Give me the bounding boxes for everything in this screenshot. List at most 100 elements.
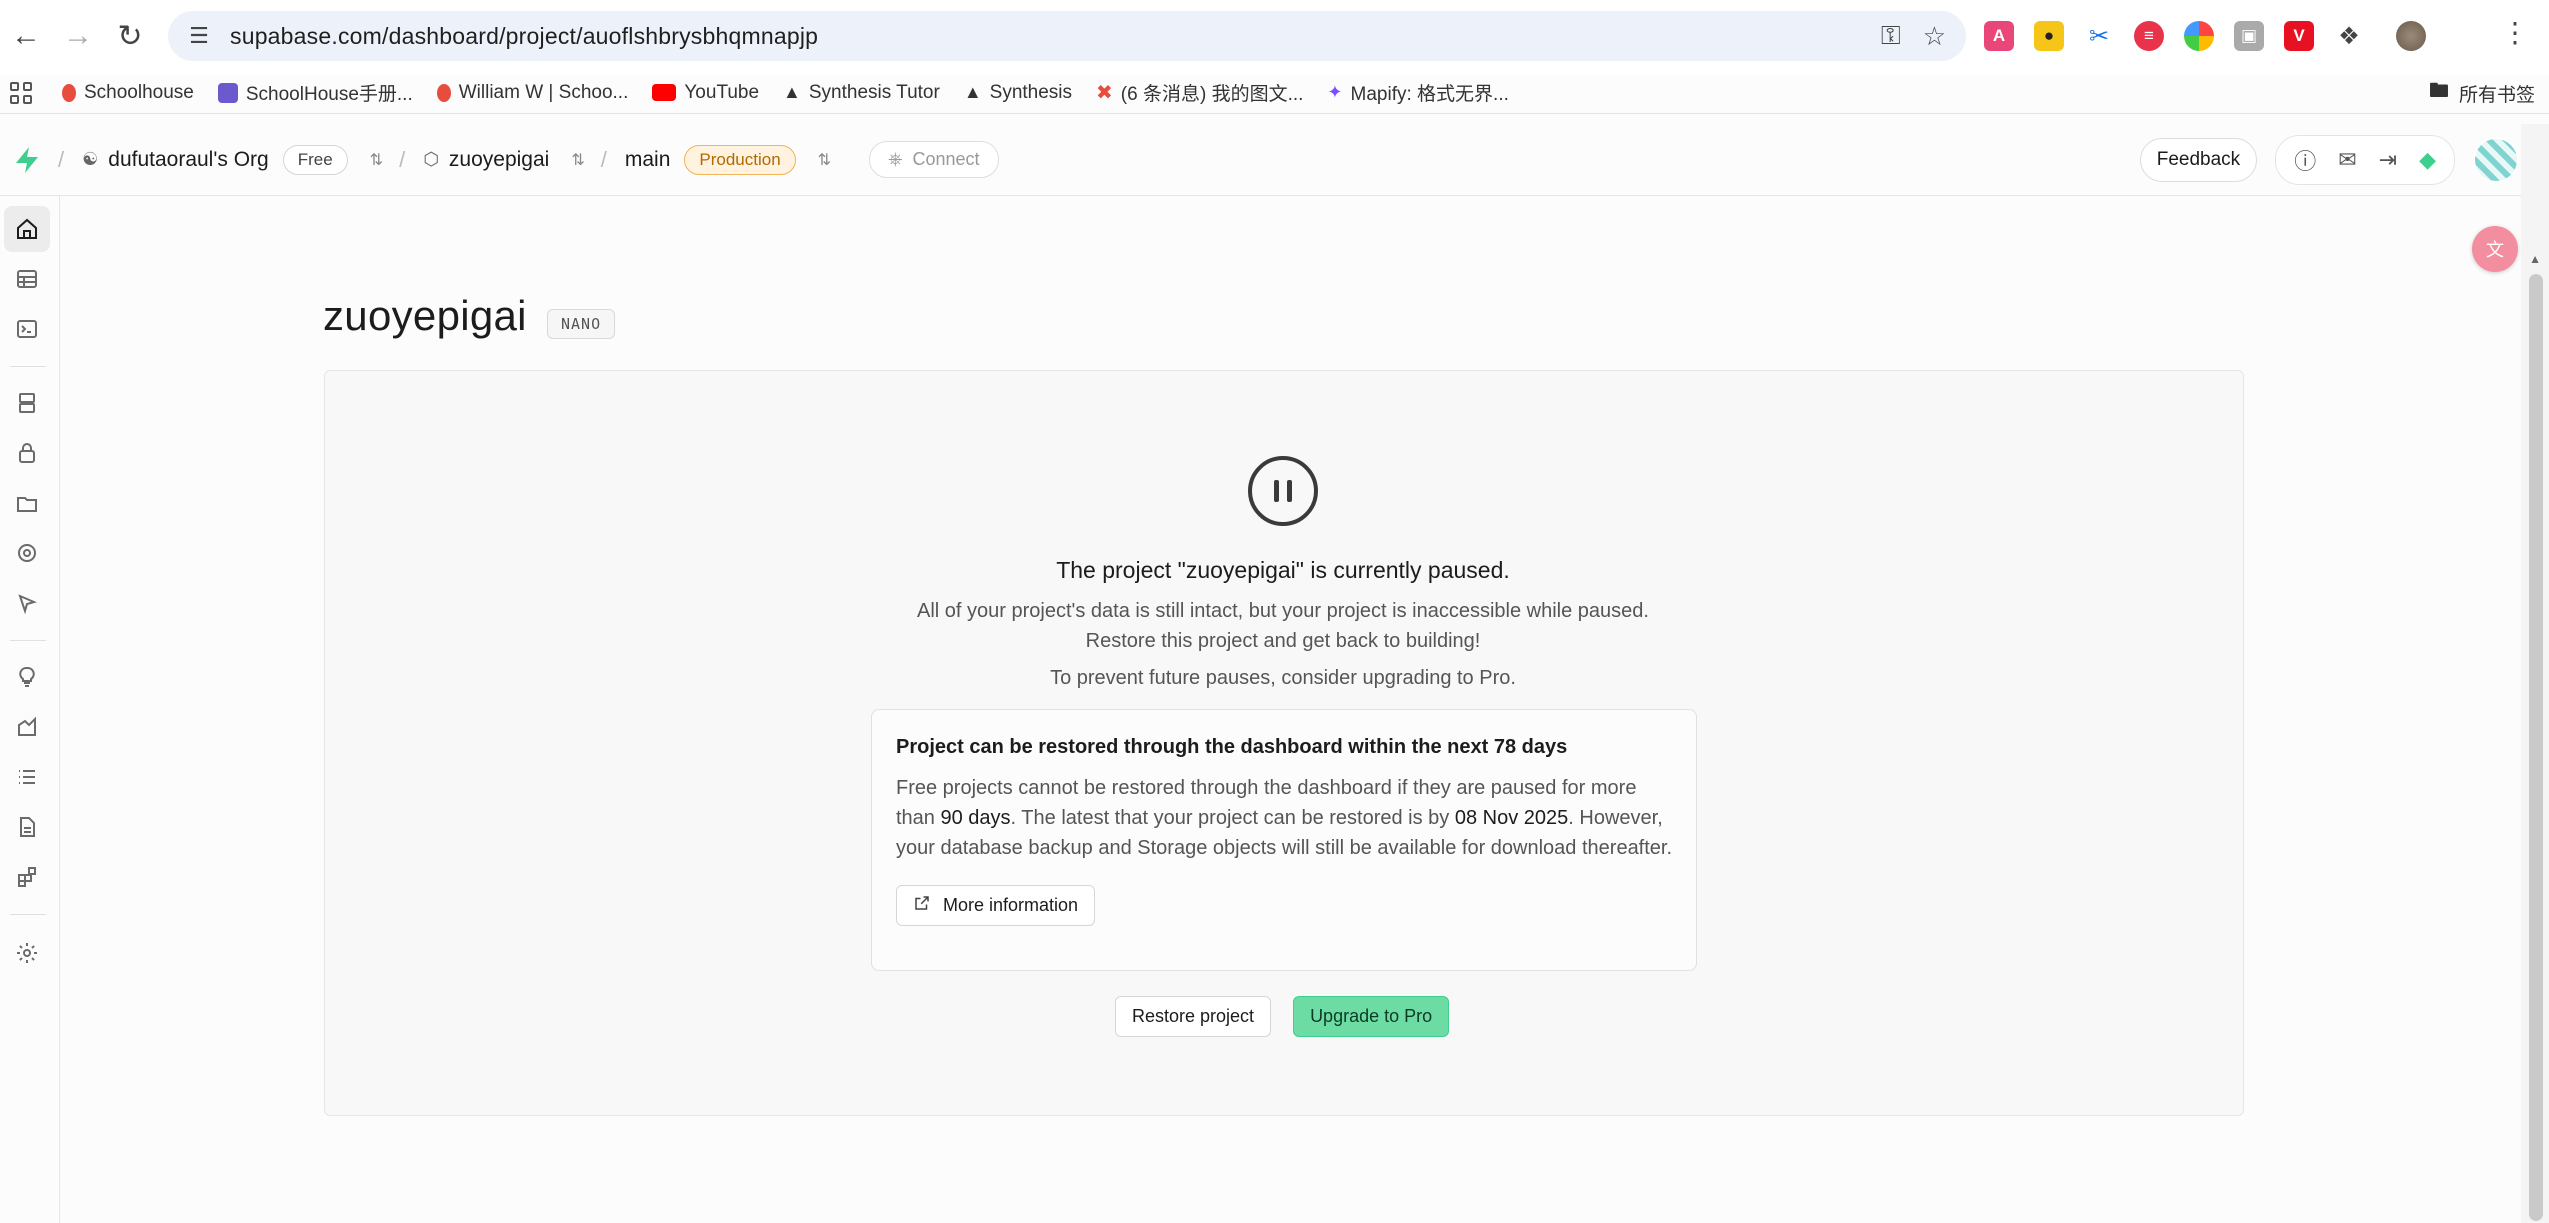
chevron-updown-icon[interactable]: ⇅ xyxy=(571,150,584,170)
colorful-extension-icon[interactable] xyxy=(2184,21,2214,51)
scissors-extension-icon[interactable]: ✂ xyxy=(2084,21,2114,51)
restore-text: . The latest that your project can be re… xyxy=(1010,807,1455,829)
inbox-icon[interactable]: ✉ xyxy=(2338,147,2356,173)
bookmark-item[interactable]: SchoolHouse手册... xyxy=(217,79,413,106)
settings-gear-icon[interactable] xyxy=(4,930,50,976)
red-circle-extension-icon[interactable]: ≡ xyxy=(2134,21,2164,51)
compute-size-badge: NANO xyxy=(547,309,616,339)
advisors-lightbulb-icon[interactable] xyxy=(4,654,50,700)
extensions-bar: A ● ✂ ≡ ▣ V ❖ xyxy=(1984,14,2426,58)
terminal-icon[interactable]: ⇥ xyxy=(2379,147,2397,173)
apps-grid-icon[interactable] xyxy=(10,81,32,104)
feedback-button[interactable]: Feedback xyxy=(2139,138,2258,182)
csdn-icon: ✖ xyxy=(1096,82,1113,104)
paused-desc-line: Restore this project and get back to bui… xyxy=(1085,630,1481,652)
external-link-icon xyxy=(913,894,931,917)
breadcrumb-separator: / xyxy=(58,146,65,172)
floating-translate-icon[interactable]: 文 xyxy=(2472,226,2518,272)
bookmark-item[interactable]: Schoolhouse xyxy=(62,82,194,104)
bookmark-label: William W | Schoo... xyxy=(458,81,629,103)
bookmark-label: Synthesis xyxy=(989,81,1073,103)
restore-project-button[interactable]: Restore project xyxy=(1115,996,1272,1037)
bookmark-item[interactable]: ✖ (6 条消息) 我的图文... xyxy=(1096,79,1303,106)
pause-icon xyxy=(1248,456,1318,526)
bookmark-item[interactable]: ▲ Synthesis Tutor xyxy=(783,82,940,104)
paused-desc-line: All of your project's data is still inta… xyxy=(917,600,1649,622)
auth-lock-icon[interactable] xyxy=(4,430,50,476)
bookmark-item[interactable]: YouTube xyxy=(652,82,759,104)
scroll-up-arrow-icon[interactable]: ▲ xyxy=(2529,252,2541,266)
realtime-cursor-icon[interactable] xyxy=(4,580,50,626)
diamond-icon[interactable]: ◆ xyxy=(2419,147,2436,173)
page-scrollbar[interactable]: ▲ xyxy=(2521,124,2549,1223)
bookmark-label: Mapify: 格式无界... xyxy=(1350,84,1509,105)
vivaldi-extension-icon[interactable]: V xyxy=(2284,21,2314,51)
project-name: zuoyepigai xyxy=(448,147,550,171)
home-icon[interactable] xyxy=(4,206,50,252)
site-settings-icon[interactable]: ☰ xyxy=(182,19,216,53)
youtube-icon xyxy=(652,84,677,101)
breadcrumb-separator: / xyxy=(399,146,406,172)
header-actions: ⓘ ✉ ⇥ ◆ xyxy=(2275,135,2455,185)
table-editor-icon[interactable] xyxy=(4,256,50,302)
bookmarks-bar: Schoolhouse SchoolHouse手册... William W |… xyxy=(0,72,2549,114)
password-key-icon[interactable]: ⚿ xyxy=(1881,20,1901,52)
integrations-icon[interactable] xyxy=(4,854,50,900)
connect-button[interactable]: ⎈ Connect xyxy=(869,141,999,178)
bookmark-label: Synthesis Tutor xyxy=(808,81,940,103)
bookmark-item[interactable]: ▲ Synthesis xyxy=(964,82,1072,104)
mapify-icon: ✦ xyxy=(1327,82,1343,102)
storage-icon[interactable] xyxy=(4,480,50,526)
back-icon[interactable]: ← xyxy=(0,10,52,62)
puzzle-extensions-icon[interactable]: ❖ xyxy=(2334,21,2364,51)
org-name: dufutaoraul's Org xyxy=(108,147,269,171)
upgrade-to-pro-button[interactable]: Upgrade to Pro xyxy=(1293,996,1450,1037)
more-information-button[interactable]: More information xyxy=(896,885,1096,926)
chrome-menu-icon[interactable]: ⋮ xyxy=(2501,16,2529,49)
logs-list-icon[interactable] xyxy=(4,754,50,800)
sidebar-divider xyxy=(10,640,46,641)
bookmark-label: SchoolHouse手册... xyxy=(245,84,413,105)
translate-extension-icon[interactable]: A xyxy=(1984,21,2014,51)
more-information-label: More information xyxy=(943,895,1079,915)
page-title: zuoyepigai xyxy=(323,292,527,339)
app-top-bar: / ☯ dufutaoraul's Org Free ⇅ / ⬡ zuoyepi… xyxy=(0,124,2549,196)
all-bookmarks-folder[interactable]: 🖿 所有书签 xyxy=(2429,72,2535,114)
branch-name: main xyxy=(624,147,671,171)
user-avatar[interactable] xyxy=(2473,137,2519,183)
bookmark-item[interactable]: William W | Schoo... xyxy=(436,81,629,104)
help-icon[interactable]: ⓘ xyxy=(2294,144,2316,176)
reload-icon[interactable]: ↻ xyxy=(104,10,156,62)
api-docs-icon[interactable] xyxy=(4,804,50,850)
restore-date: 08 Nov 2025 xyxy=(1454,807,1569,829)
project-selector[interactable]: ⬡ zuoyepigai ⇅ xyxy=(423,147,585,172)
branch-selector[interactable]: main Production ⇅ xyxy=(624,144,831,175)
folder-icon: 🖿 xyxy=(2428,80,2449,102)
paused-title: The project "zuoyepigai" is currently pa… xyxy=(1056,557,1510,583)
supabase-logo-icon[interactable] xyxy=(14,146,40,174)
database-icon[interactable] xyxy=(4,380,50,426)
reports-chart-icon[interactable] xyxy=(4,704,50,750)
chevron-updown-icon[interactable]: ⇅ xyxy=(818,150,831,170)
restore-info-body: Free projects cannot be restored through… xyxy=(896,773,1676,863)
duck-extension-icon[interactable]: ● xyxy=(2034,21,2064,51)
profile-avatar[interactable] xyxy=(2396,21,2426,51)
address-bar[interactable]: ☰ supabase.com/dashboard/project/auoflsh… xyxy=(168,11,1966,61)
project-box-icon: ⬡ xyxy=(423,149,439,169)
url-text[interactable]: supabase.com/dashboard/project/auoflshbr… xyxy=(230,23,818,50)
scroll-thumb[interactable] xyxy=(2529,274,2543,1221)
bookmark-star-icon[interactable]: ☆ xyxy=(1923,21,1946,52)
org-icon: ☯ xyxy=(82,149,99,169)
bookmark-item[interactable]: ✦ Mapify: 格式无界... xyxy=(1327,79,1508,106)
synthesis-icon: ▲ xyxy=(783,82,801,102)
forward-icon[interactable]: → xyxy=(52,10,104,62)
sql-editor-icon[interactable] xyxy=(4,306,50,352)
image-extension-icon[interactable]: ▣ xyxy=(2234,21,2264,51)
edge-functions-icon[interactable] xyxy=(4,530,50,576)
left-sidebar xyxy=(0,196,60,1223)
chevron-updown-icon[interactable]: ⇅ xyxy=(370,150,383,170)
restore-info-box: Project can be restored through the dash… xyxy=(871,709,1697,971)
org-selector[interactable]: ☯ dufutaoraul's Org Free ⇅ xyxy=(82,144,383,175)
bookmark-favicon xyxy=(436,83,451,102)
upgrade-hint: To prevent future pauses, consider upgra… xyxy=(1050,667,1516,689)
